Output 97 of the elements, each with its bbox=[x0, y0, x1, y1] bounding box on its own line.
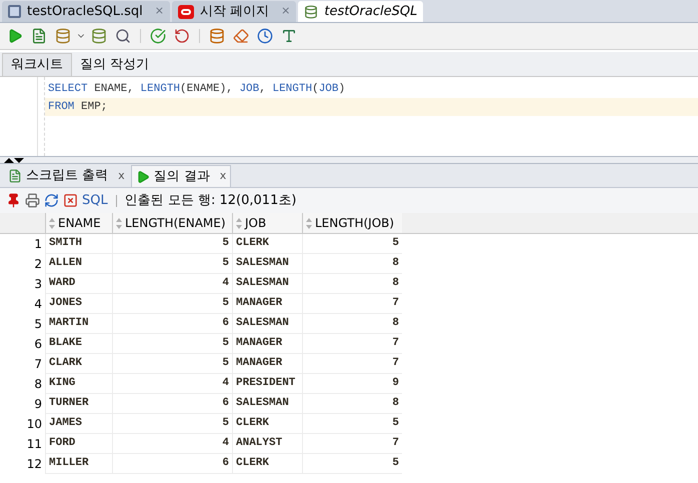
table-cell: 7 bbox=[302, 334, 402, 354]
table-cell: 5 bbox=[302, 414, 402, 434]
row-number: 10 bbox=[26, 416, 43, 433]
table-cell: SALESMAN bbox=[232, 314, 302, 334]
print-icon[interactable] bbox=[25, 193, 40, 208]
database-icon bbox=[304, 4, 318, 18]
editor-tab[interactable]: testOracleSQL bbox=[298, 1, 424, 22]
table-cell: 7 bbox=[302, 294, 402, 314]
table-cell: 6 bbox=[112, 454, 232, 474]
table-cell: 8 bbox=[302, 254, 402, 274]
sql-link[interactable]: SQL bbox=[82, 190, 108, 210]
status-text: 인출된 모든 행: 12(0,011초) bbox=[124, 192, 296, 210]
tab-label: 스크립트 출력 bbox=[26, 167, 108, 186]
commit-button[interactable] bbox=[150, 28, 166, 44]
table-cell: MANAGER bbox=[232, 334, 302, 354]
table-cell: 5 bbox=[302, 454, 402, 474]
table-cell: SALESMAN bbox=[232, 274, 302, 294]
table-cell: 5 bbox=[112, 294, 232, 314]
row-number: 6 bbox=[33, 336, 43, 353]
table-cell: 8 bbox=[302, 274, 402, 294]
close-icon[interactable]: x bbox=[220, 168, 226, 185]
table-cell: SALESMAN bbox=[232, 394, 302, 414]
autotrace-button[interactable] bbox=[115, 28, 131, 44]
history-button[interactable] bbox=[257, 28, 273, 44]
play-icon bbox=[136, 170, 150, 184]
table-cell: CLERK bbox=[232, 414, 302, 434]
row-number: 8 bbox=[33, 376, 43, 393]
table-cell: 4 bbox=[112, 434, 232, 454]
table-cell: CLERK bbox=[232, 234, 302, 254]
table-cell: 6 bbox=[112, 314, 232, 334]
close-icon[interactable]: x bbox=[118, 168, 125, 184]
table-cell: KING bbox=[45, 374, 112, 394]
worksheet-tab[interactable]: 질의 작성기 bbox=[72, 53, 158, 76]
table-cell: PRESIDENT bbox=[232, 374, 302, 394]
table-cell: 8 bbox=[302, 394, 402, 414]
table-cell: SMITH bbox=[45, 234, 112, 254]
sql-tuning-button[interactable] bbox=[209, 28, 225, 44]
row-number: 12 bbox=[26, 456, 43, 473]
table-cell: 6 bbox=[112, 394, 232, 414]
row-number: 7 bbox=[33, 356, 43, 373]
table-cell: 8 bbox=[302, 314, 402, 334]
table-cell: MARTIN bbox=[45, 314, 112, 334]
table-cell: CLARK bbox=[45, 354, 112, 374]
table-cell: TURNER bbox=[45, 394, 112, 414]
row-number: 1 bbox=[33, 236, 43, 253]
table-cell: JAMES bbox=[45, 414, 112, 434]
table-cell: FORD bbox=[45, 434, 112, 454]
oracle-icon bbox=[178, 4, 194, 18]
file-icon bbox=[8, 5, 21, 18]
table-cell: 5 bbox=[302, 234, 402, 254]
tab-label: testOracleSQL.sql bbox=[27, 2, 143, 21]
table-cell: 5 bbox=[112, 414, 232, 434]
table-cell: WARD bbox=[45, 274, 112, 294]
table-cell: MANAGER bbox=[232, 354, 302, 374]
run-button[interactable] bbox=[7, 28, 23, 44]
table-cell: MILLER bbox=[45, 454, 112, 474]
database-button[interactable] bbox=[55, 28, 71, 44]
table-cell: 5 bbox=[112, 354, 232, 374]
tab-label: testOracleSQL bbox=[324, 2, 418, 21]
table-cell: 5 bbox=[112, 254, 232, 274]
table-cell: ANALYST bbox=[232, 434, 302, 454]
script-icon bbox=[8, 169, 22, 183]
row-number: 5 bbox=[33, 316, 43, 333]
table-cell: ALLEN bbox=[45, 254, 112, 274]
table-cell: MANAGER bbox=[232, 294, 302, 314]
worksheet-tab[interactable]: 워크시트 bbox=[2, 53, 72, 76]
row-number: 3 bbox=[33, 276, 43, 293]
tab-label: 시작 페이지 bbox=[200, 2, 270, 21]
table-cell: CLERK bbox=[232, 454, 302, 474]
table-cell: 7 bbox=[302, 354, 402, 374]
refresh-icon[interactable] bbox=[44, 193, 59, 208]
table-cell: JONES bbox=[45, 294, 112, 314]
table-cell: BLAKE bbox=[45, 334, 112, 354]
cancel-icon[interactable] bbox=[63, 193, 78, 208]
table-cell: 7 bbox=[302, 434, 402, 454]
table-cell: SALESMAN bbox=[232, 254, 302, 274]
result-tab[interactable]: 질의 결과 x bbox=[130, 165, 232, 187]
table-cell: 5 bbox=[112, 334, 232, 354]
result-tab[interactable]: 스크립트 출력 x bbox=[4, 165, 129, 187]
row-number: 11 bbox=[26, 436, 43, 453]
format-button[interactable] bbox=[281, 28, 297, 44]
row-number: 4 bbox=[33, 296, 43, 313]
rollback-button[interactable] bbox=[174, 28, 190, 44]
eraser-button[interactable] bbox=[233, 28, 249, 44]
tab-label: 질의 결과 bbox=[154, 168, 210, 186]
row-number: 9 bbox=[33, 396, 43, 413]
code-line: SELECT ENAME, LENGTH(ENAME), JOB, LENGTH(JOB) bbox=[47, 82, 346, 97]
editor-tab[interactable]: 시작 페이지 × bbox=[172, 1, 296, 22]
row-number: 2 bbox=[33, 256, 43, 273]
table-cell: 5 bbox=[112, 234, 232, 254]
pin-icon[interactable] bbox=[6, 193, 21, 208]
table-cell: 9 bbox=[302, 374, 402, 394]
run-script-button[interactable] bbox=[31, 28, 47, 44]
editor-tab[interactable]: testOracleSQL.sql × bbox=[2, 1, 170, 22]
explain-button[interactable] bbox=[91, 28, 107, 44]
table-cell: 4 bbox=[112, 274, 232, 294]
table-cell: 4 bbox=[112, 374, 232, 394]
